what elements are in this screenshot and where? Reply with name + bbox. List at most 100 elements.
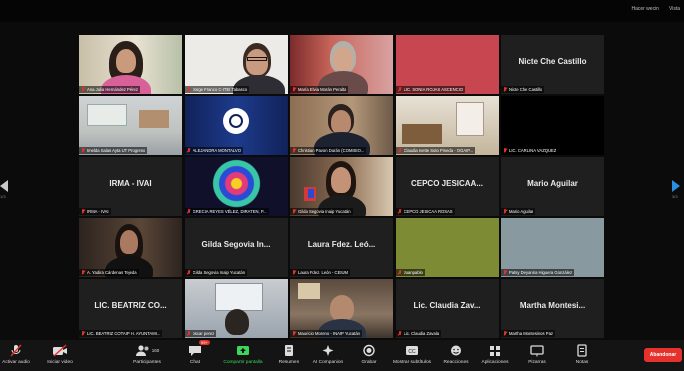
view-toggle[interactable]: Hacer wecin [631,6,659,12]
whiteboard-icon [530,344,544,357]
participants-button[interactable]: 160 Participantes [127,344,167,365]
participant-tile[interactable]: CEPCO JESICAA... CEPCO JESICAA ROSAS [395,157,499,216]
reactions-button[interactable]: Reacciones [436,344,476,365]
participant-tile[interactable]: A. Yadira Cárdenas Tejeda [79,218,182,277]
participant-name: Laura Fdez. León - CEIUM [298,270,349,275]
toolbar-label: Participantes [133,360,161,365]
participant-name: Nicte Che Castillo [509,87,543,92]
participant-tile[interactable]: Mario Aguilar Mario Aguilar [501,157,604,216]
participants-icon: 160 [135,344,160,357]
participant-tile[interactable]: Imelda Salas Ayta UT Progreso [79,96,182,155]
participant-tile[interactable]: Christian Pavon Durán (COMISIO... [290,96,393,155]
participant-tile[interactable]: IRMA - IVAI IRMA - IVAI [79,157,182,216]
ai-companion-button[interactable]: AI Companion [308,344,348,365]
participant-name: Claudia Ivette Soto Pineda - OGAIP... [403,148,474,153]
participant-name: IRMA - IVAI [87,209,109,214]
chat-button[interactable]: 99+ Chat [175,340,215,365]
video-frame [120,230,138,254]
video-frame [331,110,351,134]
participant-tile[interactable]: Jorge Franco C-ITEI Tabasco [184,35,288,94]
participant-name: LIC. BEATRIZ COTAIP H. AYUNTAMI... [87,331,161,336]
chat-icon [188,344,202,357]
participant-name-label: Juanpablo [395,269,425,276]
participant-name: Imelda Salas Ayta UT Progreso [87,148,146,153]
participant-tile[interactable]: oscar perez [184,279,288,338]
participant-tile[interactable]: Gilda Segovia Inaip Yucatán [290,157,393,216]
participant-name: Christian Pavon Durán (COMISIO... [298,148,365,153]
summary-button[interactable]: Resumen [269,344,309,365]
participant-count: 160 [151,348,160,353]
video-frame [333,47,353,71]
notes-button[interactable]: Notas [562,344,602,365]
participant-name: GRECIA REYES VÉLEZ, DIRATEN, P... [192,209,267,214]
apps-button[interactable]: Aplicaciones [475,344,515,365]
record-icon [362,344,376,357]
participant-tile[interactable]: Laura Fdez. Leó... Laura Fdez. León - CEI… [290,218,393,277]
whiteboard-button[interactable]: Pizarras [517,344,557,365]
mic-muted-icon [292,148,296,153]
mic-muted-icon [187,331,191,336]
mic-muted-icon [187,148,191,153]
participant-name: Ana Julia Hernández Pérez [87,87,138,92]
video-frame [116,49,136,73]
participant-tile[interactable]: ALEJANDRA MONTALVO [184,96,288,155]
view-button[interactable]: Vista [669,6,680,12]
participant-name-label: María Elvia Morán Peraltа [290,86,349,93]
participant-tile[interactable]: Gilda Segovia In... Gilda Segovia Inaip Y… [184,218,288,277]
video-frame [87,104,127,126]
mic-muted-icon [398,270,402,275]
toolbar-label: Resumen [278,360,300,365]
mic-muted-icon [398,331,402,336]
participant-name: Lic. Claudia Zavala [403,331,440,336]
participant-tile[interactable]: Martha Montesi... Martha Montesinos Paz [501,279,604,338]
participant-name-label: IRMA - IVAI [79,208,111,215]
participant-tile[interactable]: LIC. SONIA ROJAS ASCENCIO [395,35,499,94]
mic-muted-button[interactable]: Activar audio [0,344,36,365]
record-button[interactable]: Grabar [349,344,389,365]
participant-name-label: LIC. CARLINA VAZQUEZ [501,147,559,154]
share-screen-button[interactable]: Compartir pantalla [223,344,263,365]
participant-name: Mauricio Moreno - INAIP Yucatán [298,331,360,336]
video-frame [139,110,169,128]
participant-name-label: Imelda Salas Ayta UT Progreso [79,147,148,154]
participant-name: A. Yadira Cárdenas Tejeda [87,270,137,275]
participant-tile[interactable]: Nicte Che Castillo Nicte Che Castillo [501,35,604,94]
next-page-button[interactable]: 3/3 [672,180,682,199]
video-frame [331,167,351,193]
participant-name: ALEJANDRA MONTALVO [192,148,241,153]
participant-tile[interactable]: LIC. BEATRIZ CO... LIC. BEATRIZ COTAIP H.… [79,279,182,338]
participant-tile[interactable]: Mauricio Moreno - INAIP Yucatán [290,279,393,338]
participant-tile[interactable]: Patsy Deyanira Higuera González [501,218,604,277]
toolbar-label: Aplicaciones [481,360,509,365]
participant-name-label: Christian Pavon Durán (COMISIO... [290,147,367,154]
apps-icon [488,344,502,357]
mic-muted-icon [292,209,296,214]
reactions-icon [449,344,463,357]
participant-tile[interactable]: Claudia Ivette Soto Pineda - OGAIP... [395,96,499,155]
video-frame [298,283,320,299]
previous-page-button[interactable]: 1/3 [0,180,10,199]
mic-muted-icon [503,148,507,153]
participant-name: Martha Montesinos Paz [509,331,553,336]
video-frame [245,49,268,75]
toolbar-label: Reacciones [443,360,469,365]
captions-button[interactable]: CC Mostrar subtítulos [392,344,432,365]
leave-meeting-button[interactable]: Abandonar [644,348,682,362]
mic-muted-icon [292,87,296,92]
svg-text:CC: CC [408,349,416,355]
mic-muted-icon [292,331,296,336]
zoom-meeting-window: Hacer wecin Vista 1/3 3/3 Ana Julia Hern… [0,0,684,371]
mic-muted-icon [292,270,296,275]
mic-muted-icon [81,209,85,214]
toolbar-label: AI Companion [312,360,344,365]
toolbar-label: Mostrar subtítulos [392,360,432,365]
ai-companion-icon [321,344,335,357]
participant-tile[interactable]: GRECIA REYES VÉLEZ, DIRATEN, P... [184,157,288,216]
participant-tile[interactable]: LIC. CARLINA VAZQUEZ [501,96,604,155]
participant-tile[interactable]: Ana Julia Hernández Pérez [79,35,182,94]
participant-tile[interactable]: María Elvia Morán Peraltа [290,35,393,94]
participant-tile[interactable]: Juanpablo [395,218,499,277]
participant-gallery: Ana Julia Hernández Pérez Jorge Franco C-… [79,35,605,338]
participant-tile[interactable]: Lic. Claudia Zav... Lic. Claudia Zavala [395,279,499,338]
video-off-button[interactable]: Iniciar video [40,344,80,365]
